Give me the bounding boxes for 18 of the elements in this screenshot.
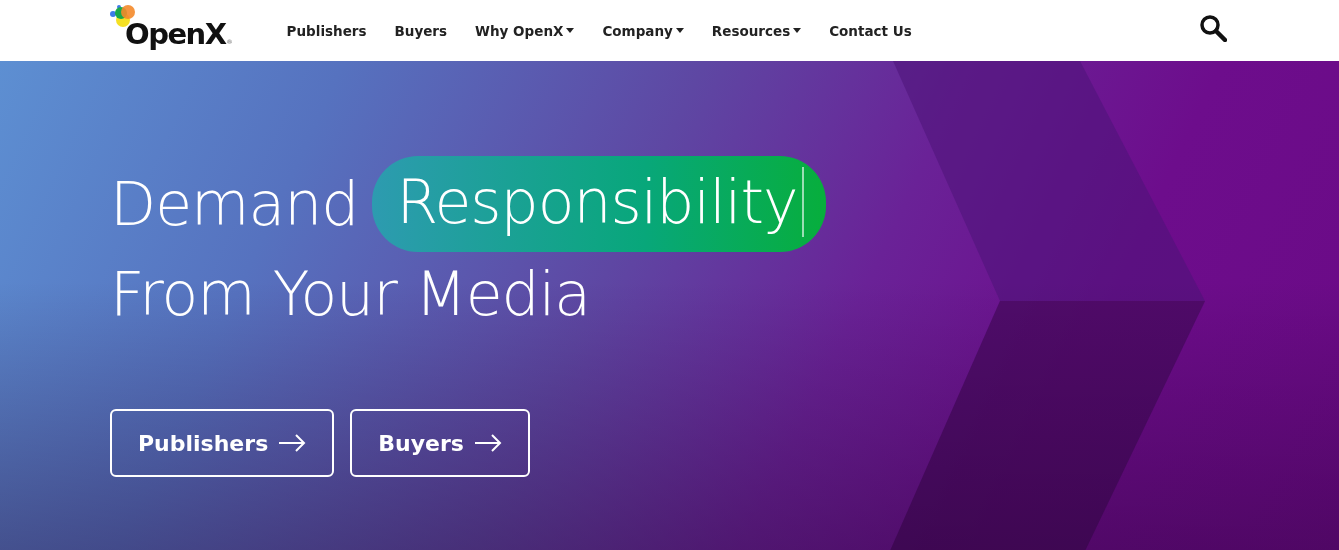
logo-text[interactable]: OpenX — [125, 16, 226, 51]
nav-link[interactable]: Buyers — [394, 22, 448, 39]
nav-link[interactable]: Company — [602, 22, 684, 39]
headline-text: From Your Media — [110, 259, 591, 329]
nav-link[interactable]: Publishers — [286, 22, 367, 39]
cta-button[interactable]: Buyers — [350, 409, 530, 477]
highlighted-word: Responsibility — [372, 156, 826, 252]
nav-link[interactable]: Contact Us — [829, 22, 912, 39]
arrow-right-icon — [278, 434, 307, 452]
search-icon[interactable] — [1199, 14, 1227, 42]
nav-link[interactable]: Why OpenX — [475, 22, 575, 39]
headline-text: Demand — [110, 169, 359, 239]
caret-icon — [566, 28, 575, 33]
caret-icon — [675, 28, 684, 33]
nav-link[interactable]: Resources — [711, 22, 802, 39]
arrow-right-icon — [473, 434, 502, 452]
cta-button[interactable]: Publishers — [110, 409, 335, 477]
caret-icon — [793, 28, 802, 33]
